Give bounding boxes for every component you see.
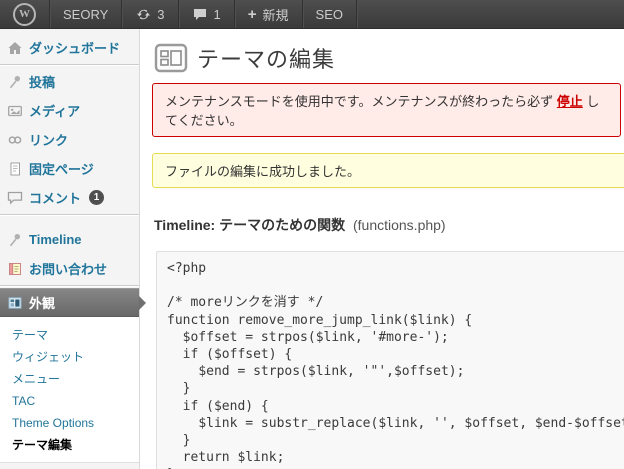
menu-separator <box>0 64 139 65</box>
editing-file-heading: Timeline: テーマのための関数 (functions.php) <box>154 215 624 235</box>
comment-bubble-icon <box>7 190 23 206</box>
appearance-screen-icon <box>154 41 188 75</box>
maintenance-notice-text: メンテナンスモードを使用中です。メンテナンスが終わったら必ず <box>165 94 557 109</box>
comments-menu[interactable]: 1 <box>179 0 235 28</box>
menu-gap <box>0 217 139 225</box>
admin-bar-comments-count: 1 <box>214 7 221 22</box>
submenu-item-theme-editor[interactable]: テーマ編集 <box>0 434 139 456</box>
appearance-icon <box>7 295 23 311</box>
wordpress-logo-icon: W <box>13 3 36 26</box>
admin-sidebar-menu: ダッシュボード 投稿 メディア リンク <box>0 29 140 469</box>
theme-editor-page: テーマの編集 メンテナンスモードを使用中です。メンテナンスが終わったら必ず 停止… <box>140 29 624 469</box>
submenu-item-tac[interactable]: TAC <box>0 390 139 412</box>
submenu-item-widgets[interactable]: ウィジェット <box>0 346 139 368</box>
document-page-icon <box>7 161 23 177</box>
theme-code-editor[interactable]: <?php /* moreリンクを消す */ function remove_m… <box>156 251 624 469</box>
sidebar-item-appearance[interactable]: 外観 <box>0 288 139 317</box>
site-name-label: SEORY <box>63 7 108 22</box>
sidebar-item-label: お問い合わせ <box>29 259 107 278</box>
chain-link-icon <box>7 132 23 148</box>
pushpin-icon <box>7 232 23 248</box>
sidebar-item-label: メディア <box>29 101 80 120</box>
submenu-item-menus[interactable]: メニュー <box>0 368 139 390</box>
comment-bubble-icon <box>192 6 208 22</box>
wordpress-logo-menu[interactable]: W <box>0 0 50 28</box>
submenu-item-theme-options[interactable]: Theme Options <box>0 412 139 434</box>
updates-count: 3 <box>157 7 164 22</box>
sidebar-item-label: 外観 <box>29 293 55 312</box>
maintenance-mode-notice: メンテナンスモードを使用中です。メンテナンスが終わったら必ず 停止 してください… <box>152 83 621 137</box>
menu-separator <box>0 285 139 286</box>
sidebar-item-posts[interactable]: 投稿 <box>0 67 139 96</box>
appearance-submenu: テーマ ウィジェット メニュー TAC Theme Options テーマ編集 <box>0 317 139 463</box>
media-icon <box>7 103 23 119</box>
theme-file-name: (functions.php) <box>353 217 446 233</box>
seo-menu[interactable]: SEO <box>303 0 357 28</box>
stop-maintenance-link[interactable]: 停止 <box>557 94 583 109</box>
updates-menu[interactable]: 3 <box>122 0 178 28</box>
plus-icon: + <box>248 7 257 22</box>
seo-menu-label: SEO <box>316 7 343 22</box>
submenu-item-themes[interactable]: テーマ <box>0 324 139 346</box>
new-content-menu[interactable]: + 新規 <box>235 0 303 28</box>
sidebar-item-links[interactable]: リンク <box>0 125 139 154</box>
sidebar-item-contact[interactable]: お問い合わせ <box>0 254 139 283</box>
home-icon <box>7 40 23 56</box>
pushpin-icon <box>7 74 23 90</box>
refresh-updates-icon <box>135 6 151 22</box>
file-saved-message: ファイルの編集に成功しました。 <box>165 164 360 179</box>
sidebar-item-label: 固定ページ <box>29 159 94 178</box>
comments-count-badge: 1 <box>89 190 104 205</box>
theme-file-title: Timeline: テーマのための関数 <box>154 217 345 233</box>
sidebar-item-label: ダッシュボード <box>29 38 120 57</box>
sidebar-item-label: Timeline <box>29 232 82 247</box>
page-header: テーマの編集 <box>154 41 624 75</box>
sidebar-item-label: コメント <box>29 188 81 207</box>
contact-form-icon <box>7 261 23 277</box>
sidebar-item-dashboard[interactable]: ダッシュボード <box>0 33 139 62</box>
sidebar-item-label: 投稿 <box>29 72 55 91</box>
sidebar-item-comments[interactable]: コメント 1 <box>0 183 139 212</box>
selected-menu-arrow <box>139 296 146 310</box>
sidebar-item-timeline[interactable]: Timeline <box>0 225 139 254</box>
page-title: テーマの編集 <box>197 42 335 74</box>
sidebar-item-media[interactable]: メディア <box>0 96 139 125</box>
sidebar-item-plugins[interactable]: プラグイン <box>0 463 139 469</box>
new-content-label: 新規 <box>263 5 289 24</box>
wordpress-admin-screen: W SEORY 3 1 + 新規 <box>0 0 624 469</box>
file-saved-notice: ファイルの編集に成功しました。 <box>152 153 624 188</box>
site-name-menu[interactable]: SEORY <box>50 0 122 28</box>
admin-bar: W SEORY 3 1 + 新規 <box>0 0 624 29</box>
menu-separator <box>0 214 139 215</box>
sidebar-item-label: リンク <box>29 130 68 149</box>
admin-bar-spacer <box>357 0 624 28</box>
sidebar-item-pages[interactable]: 固定ページ <box>0 154 139 183</box>
